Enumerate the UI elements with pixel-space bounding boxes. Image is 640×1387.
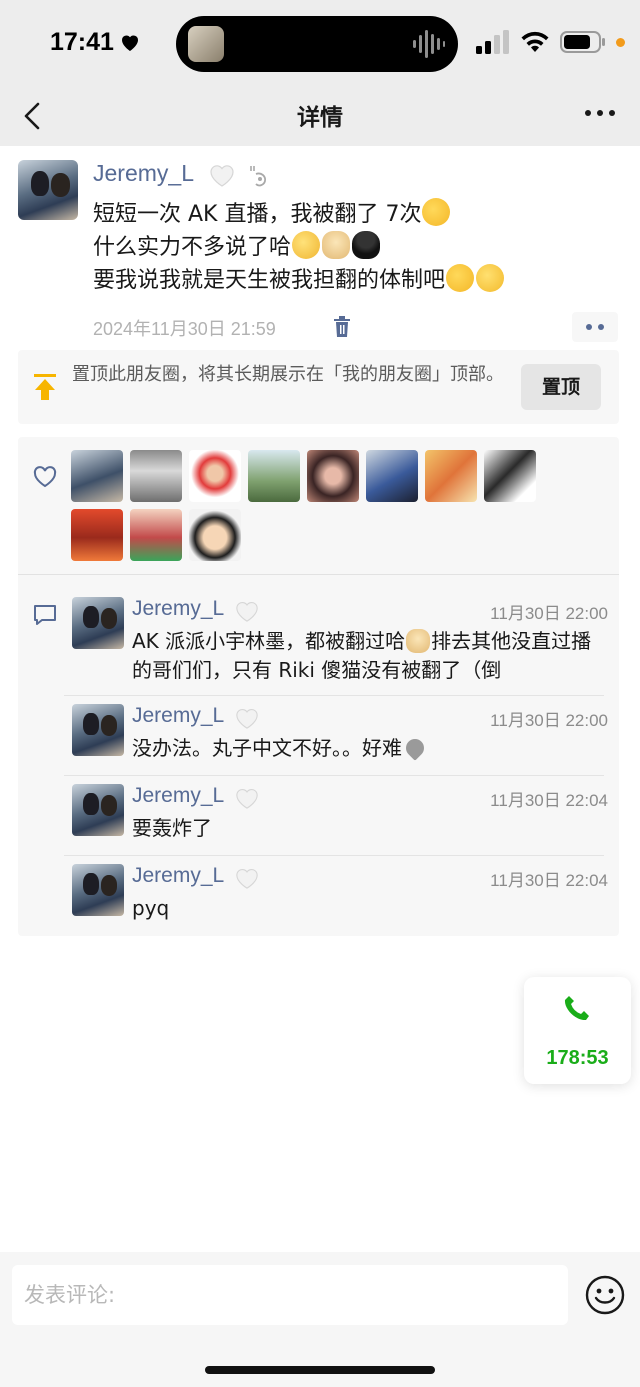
comment-text: 没办法。丸子中文不好。。好难 bbox=[132, 734, 602, 763]
liker-avatar[interactable] bbox=[484, 450, 536, 502]
commenter-avatar[interactable] bbox=[72, 864, 124, 916]
status-bar: 17:41 bbox=[0, 0, 640, 88]
pin-banner: 置顶此朋友圈，将其长期展示在「我的朋友圈」顶部。 置顶 bbox=[18, 350, 619, 424]
phone-icon bbox=[564, 996, 589, 1021]
white-heart-icon bbox=[236, 601, 258, 622]
now-playing-thumbnail bbox=[188, 26, 224, 62]
heart-icon bbox=[122, 35, 138, 51]
pin-to-top-icon bbox=[34, 374, 56, 400]
liker-avatar[interactable] bbox=[71, 450, 123, 502]
broken-heart-icon bbox=[402, 735, 428, 761]
penguin-emoji-icon bbox=[352, 231, 381, 259]
comment-time: 11月30日 22:04 bbox=[490, 871, 608, 890]
audio-wave-icon bbox=[413, 30, 445, 58]
action-dot bbox=[586, 324, 592, 330]
pleading-emoji-icon bbox=[476, 264, 505, 292]
comment-icon bbox=[34, 605, 56, 625]
wifi-icon bbox=[521, 31, 549, 52]
interactions-panel: Jeremy_L 11月30日 22:00 AK 派派小宇林墨，都被翻过哈 排去其… bbox=[18, 437, 619, 936]
battery-icon bbox=[560, 31, 605, 53]
pin-description: 置顶此朋友圈，将其长期展示在「我的朋友圈」顶部。 bbox=[72, 364, 504, 385]
liker-avatar[interactable] bbox=[189, 509, 241, 561]
comment-input[interactable] bbox=[12, 1265, 568, 1325]
liker-avatar[interactable] bbox=[71, 509, 123, 561]
comment-text: pyq bbox=[132, 896, 170, 920]
home-indicator bbox=[205, 1366, 435, 1374]
commenter-avatar[interactable] bbox=[72, 597, 124, 649]
comment-item: Jeremy_L 11月30日 22:04 要轰炸了 bbox=[64, 784, 608, 854]
liker-avatar[interactable] bbox=[425, 450, 477, 502]
doge-emoji-icon bbox=[406, 629, 431, 653]
comment-divider bbox=[64, 775, 604, 776]
white-heart-icon bbox=[210, 165, 234, 187]
comment-divider bbox=[64, 695, 604, 696]
status-time: 17:41 bbox=[50, 28, 114, 56]
post-text-line-1: 短短一次 AK 直播，我被翻了 7次 bbox=[93, 198, 613, 231]
post-author-name[interactable]: Jeremy_L bbox=[93, 160, 194, 187]
heart-outline-icon bbox=[33, 466, 57, 488]
commenter-avatar[interactable] bbox=[72, 784, 124, 836]
cellular-signal-icon bbox=[476, 30, 509, 54]
comment-divider bbox=[64, 855, 604, 856]
voice-call-bubble[interactable]: 178:53 bbox=[524, 977, 631, 1084]
device-source-icon bbox=[250, 166, 267, 187]
action-dot bbox=[598, 324, 604, 330]
post-text: 短短一次 AK 直播，我被翻了 7次 什么实力不多说了哈 要我说我就是天生被我担… bbox=[93, 198, 613, 297]
blushing-emoji-icon bbox=[292, 231, 321, 259]
comment-time: 11月30日 22:04 bbox=[490, 791, 608, 810]
dynamic-island bbox=[176, 16, 458, 72]
comment-item: Jeremy_L 11月30日 22:04 pyq bbox=[64, 864, 608, 934]
comment-composer bbox=[0, 1252, 640, 1387]
white-heart-icon bbox=[236, 868, 258, 889]
comment-text: AK 派派小宇林墨，都被翻过哈 排去其他没直过播的哥们们，只有 Riki 傻猫没有… bbox=[132, 629, 592, 682]
commenter-name[interactable]: Jeremy_L bbox=[132, 597, 224, 621]
comment-time: 11月30日 22:00 bbox=[490, 604, 608, 623]
comment-item: Jeremy_L 11月30日 22:00 AK 派派小宇林墨，都被翻过哈 排去其… bbox=[64, 597, 608, 697]
liker-avatar[interactable] bbox=[130, 509, 182, 561]
post-text-line-2: 什么实力不多说了哈 bbox=[93, 231, 613, 264]
comment-item: Jeremy_L 11月30日 22:00 没办法。丸子中文不好。。好难 bbox=[64, 704, 608, 774]
privacy-indicator-dot bbox=[616, 38, 625, 47]
post-action-button[interactable] bbox=[572, 312, 618, 342]
commenter-name[interactable]: Jeremy_L bbox=[132, 864, 224, 888]
post-text-line-3: 要我说我就是天生被我担翻的体制吧 bbox=[93, 264, 613, 297]
commenter-name[interactable]: Jeremy_L bbox=[132, 704, 224, 728]
doge-emoji-icon bbox=[322, 231, 351, 259]
comment-text: 要轰炸了 bbox=[132, 816, 212, 840]
post-timestamp: 2024年11月30日 21:59 bbox=[93, 319, 276, 339]
call-duration: 178:53 bbox=[546, 1047, 609, 1069]
crying-emoji-icon bbox=[422, 198, 451, 226]
comment-time: 11月30日 22:00 bbox=[490, 711, 608, 730]
commenter-avatar[interactable] bbox=[72, 704, 124, 756]
nav-bar: 详情 bbox=[0, 88, 640, 146]
liker-avatar[interactable] bbox=[307, 450, 359, 502]
emoji-icon[interactable] bbox=[584, 1274, 626, 1316]
commenter-name[interactable]: Jeremy_L bbox=[132, 784, 224, 808]
liker-avatar[interactable] bbox=[130, 450, 182, 502]
winking-emoji-icon bbox=[446, 264, 475, 292]
divider bbox=[18, 574, 619, 575]
white-heart-icon bbox=[236, 708, 258, 729]
trash-icon[interactable] bbox=[332, 316, 352, 338]
more-icon[interactable] bbox=[580, 98, 620, 128]
liker-avatar[interactable] bbox=[366, 450, 418, 502]
white-heart-icon bbox=[236, 788, 258, 809]
author-avatar[interactable] bbox=[18, 160, 78, 220]
liker-avatar[interactable] bbox=[189, 450, 241, 502]
page-title: 详情 bbox=[297, 105, 343, 131]
pin-button[interactable]: 置顶 bbox=[521, 364, 601, 410]
liker-avatar[interactable] bbox=[248, 450, 300, 502]
